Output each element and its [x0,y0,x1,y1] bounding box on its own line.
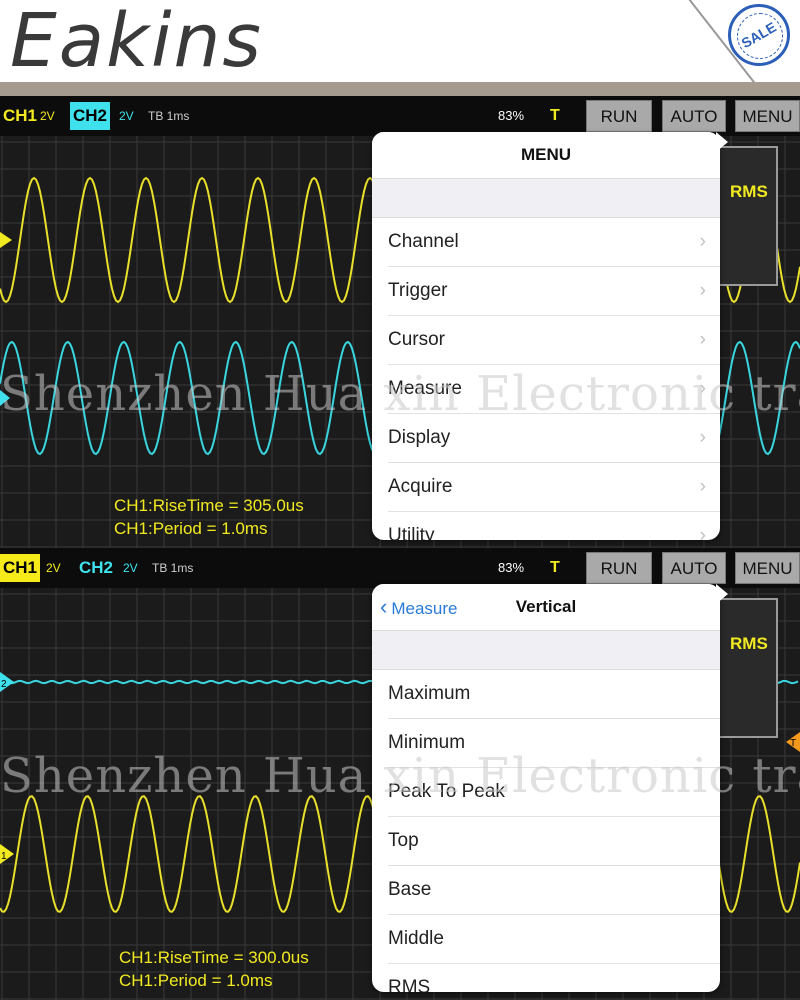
banner-band [0,82,800,96]
auto-button[interactable]: AUTO [662,100,726,132]
menu-item-label: Utility [388,525,435,540]
menu-popover: MENU Channel › Trigger › Cursor › Measure › … [372,132,720,540]
measurement-period: CH1:Period = 1.0ms [119,971,273,990]
ch1-button[interactable]: CH1 [0,554,41,582]
chevron-right-icon: › [699,329,706,350]
measure-item-label: RMS [388,977,431,992]
popover-arrow [716,132,728,152]
trigger-indicator[interactable]: T [550,102,560,130]
ch1-volts: 2V [40,109,55,123]
measure-item-rms[interactable]: RMS [388,964,720,992]
auto-button[interactable]: AUTO [662,552,726,584]
back-label: Measure [391,599,458,618]
menu-item-label: Channel [388,231,459,252]
menu-item-label: Acquire [388,476,453,497]
ch1-marker-label: 1 [1,851,7,862]
run-button[interactable]: RUN [586,552,652,584]
timebase-label[interactable]: TB 1ms [148,102,189,130]
measurement-risetime: CH1:RiseTime = 305.0us [114,496,304,515]
oscilloscope-screen-1: CH1 2V CH2 2V TB 1ms 83% T RUN AUTO MENU… [0,96,800,548]
watermark-text: Shenzhen Hua xin Electronic trade co., L… [0,366,800,422]
ch1-level-marker-icon [0,232,12,248]
status-bar: CH1 2V CH2 2V TB 1ms 83% T RUN AUTO MENU [0,96,800,136]
measure-list: Maximum Minimum Peak To Peak Top Base Mi… [372,670,720,992]
measure-item-label: Base [388,879,432,900]
measure-item-top[interactable]: Top [388,817,720,866]
trigger-indicator[interactable]: T [550,554,560,582]
ch2-volts: 2V [123,561,138,575]
chevron-right-icon: › [699,525,706,540]
ch1-volts: 2V [46,561,61,575]
popover-title: MENU [372,132,720,179]
chevron-right-icon: › [699,280,706,301]
percent-indicator: 83% [498,560,525,575]
ch2-button[interactable]: CH2 [76,554,116,582]
brand-banner: Eakins SALE [0,0,800,82]
rms-label: RMS [730,634,768,653]
menu-item-trigger[interactable]: Trigger › [388,267,720,316]
watermark-text: Shenzhen Hua xin Electronic trade co., L… [0,748,800,804]
menu-item-cursor[interactable]: Cursor › [388,316,720,365]
popover-section-gap [372,179,720,218]
menu-item-label: Trigger [388,280,448,301]
ch2-volts: 2V [119,109,134,123]
menu-item-utility[interactable]: Utility › [388,512,720,540]
menu-item-acquire[interactable]: Acquire › [388,463,720,512]
popover-arrow [716,584,728,604]
measure-item-label: Middle [388,928,444,949]
measurement-risetime: CH1:RiseTime = 300.0us [119,948,309,967]
status-bar: CH1 2V CH2 2V TB 1ms 83% T RUN AUTO MENU [0,548,800,588]
popover-section-gap [372,631,720,670]
measure-item-maximum[interactable]: Maximum [388,670,720,719]
menu-button[interactable]: MENU [735,100,800,132]
chevron-right-icon: › [699,476,706,497]
measure-item-middle[interactable]: Middle [388,915,720,964]
popover-header: Vertical ‹ Measure [372,584,720,631]
measurement-period: CH1:Period = 1.0ms [114,519,268,538]
ch2-button[interactable]: CH2 [70,102,111,130]
menu-item-label: Cursor [388,329,446,350]
ch1-button[interactable]: CH1 [0,102,40,130]
oscilloscope-screen-2: CH1 2V CH2 2V TB 1ms 83% T RUN AUTO MENU… [0,548,800,1000]
measure-item-base[interactable]: Base [388,866,720,915]
percent-indicator: 83% [498,108,525,123]
measure-item-label: Maximum [388,683,471,704]
timebase-label[interactable]: TB 1ms [152,554,193,582]
chevron-left-icon: ‹ [380,594,388,619]
back-button[interactable]: ‹ Measure [380,584,457,632]
menu-button[interactable]: MENU [735,552,800,584]
rms-label: RMS [730,182,768,201]
ch2-marker-label: 2 [1,679,7,690]
run-button[interactable]: RUN [586,100,652,132]
menu-item-channel[interactable]: Channel › [388,218,720,267]
brand-logo: Eakins [10,0,263,82]
chevron-right-icon: › [699,231,706,252]
sale-seal-icon: SALE [728,4,790,66]
measure-item-label: Top [388,830,419,851]
